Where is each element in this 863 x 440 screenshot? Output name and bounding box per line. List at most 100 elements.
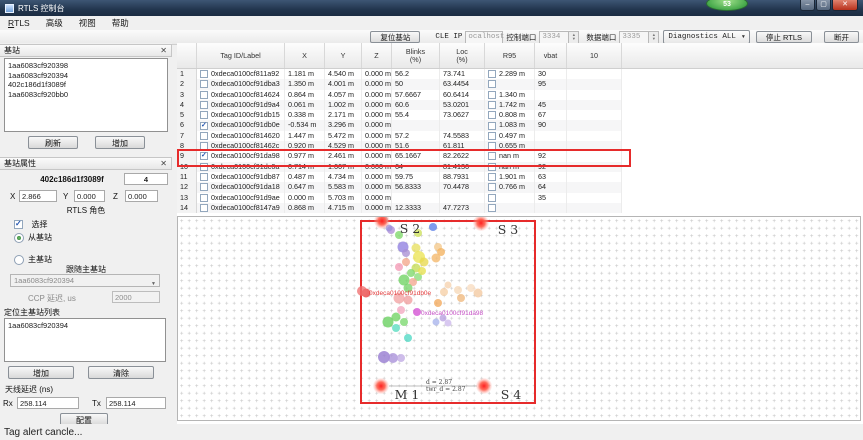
- row-checkbox[interactable]: [200, 152, 208, 160]
- row-checkbox[interactable]: [200, 80, 208, 88]
- column-header-10[interactable]: 10: [567, 43, 622, 68]
- column-header-X[interactable]: X: [285, 43, 325, 68]
- clear-master-button[interactable]: 清除: [88, 366, 154, 379]
- column-header-rownum[interactable]: [177, 43, 197, 68]
- r95-checkbox[interactable]: [488, 152, 496, 160]
- r95-checkbox[interactable]: [488, 173, 496, 181]
- table-row[interactable]: 20xdeca0100cf91dba31.350 m4.001 m0.000 m…: [177, 79, 622, 89]
- column-header-vbat[interactable]: vbat: [535, 43, 567, 68]
- anchors-list[interactable]: 1aa6083cf9203981aa6083cf920394402c186d1f…: [4, 58, 168, 132]
- minimize-button[interactable]: –: [800, 0, 815, 11]
- column-header-Blinks[interactable]: Blinks(%): [392, 43, 440, 68]
- row-checkbox[interactable]: [200, 163, 208, 171]
- menu-item-2[interactable]: 视图: [71, 16, 104, 30]
- y-field[interactable]: 0.000: [74, 190, 105, 202]
- master-list-item[interactable]: 1aa6083cf920394: [8, 321, 165, 331]
- row-checkbox[interactable]: [200, 142, 208, 150]
- column-header-Loc[interactable]: Loc(%): [440, 43, 485, 68]
- table-row[interactable]: 90xdeca0100cf91da980.977 m2.461 m0.000 m…: [177, 151, 622, 161]
- rx-field[interactable]: 258.114: [17, 397, 79, 409]
- cell-r95: nan m: [485, 162, 535, 172]
- menu-item-3[interactable]: 帮助: [104, 16, 137, 30]
- r95-checkbox[interactable]: [488, 101, 496, 109]
- r95-checkbox[interactable]: [488, 163, 496, 171]
- maximize-button[interactable]: ▢: [816, 0, 831, 11]
- r95-checkbox[interactable]: [488, 194, 496, 202]
- r95-checkbox[interactable]: [488, 91, 496, 99]
- z-field[interactable]: 0.000: [125, 190, 158, 202]
- row-checkbox[interactable]: [200, 122, 208, 130]
- tx-field[interactable]: 258.114: [106, 397, 166, 409]
- row-checkbox[interactable]: [200, 101, 208, 109]
- spinner-arrows-icon[interactable]: ▲▼: [649, 31, 659, 44]
- add-master-button[interactable]: 增加: [8, 366, 74, 379]
- row-checkbox[interactable]: [200, 70, 208, 78]
- x-field[interactable]: 2.866: [19, 190, 57, 202]
- master-list[interactable]: 1aa6083cf920394: [4, 318, 166, 362]
- close-icon[interactable]: ✕: [160, 159, 167, 168]
- spinner-arrows-icon[interactable]: ▲▼: [569, 31, 579, 44]
- table-row[interactable]: 70xdeca0100cf8146201.447 m5.472 m0.000 m…: [177, 131, 622, 141]
- stop-rtls-button[interactable]: 停止 RTLS: [756, 31, 812, 43]
- r95-checkbox[interactable]: [488, 142, 496, 150]
- anchor-list-item[interactable]: 1aa6083cf920394: [8, 71, 167, 81]
- radio-icon[interactable]: [14, 233, 24, 243]
- checkbox-icon[interactable]: [14, 220, 23, 229]
- control-port-spinner[interactable]: 3334 ▲▼: [539, 31, 579, 44]
- anchor-list-item[interactable]: 1aa6083cf920398: [8, 61, 167, 71]
- table-row[interactable]: 110xdeca0100cf91db870.487 m4.734 m0.000 …: [177, 172, 622, 182]
- r95-checkbox[interactable]: [488, 183, 496, 191]
- cell-id: 0xdeca0100cf91d9ae: [197, 193, 285, 203]
- cle-ip-field[interactable]: ocalhost: [465, 31, 503, 44]
- map-canvas[interactable]: d = 2.87twr_d = 2.87S 2S 3M 1S 40xdeca01…: [178, 217, 860, 420]
- role-radio-0[interactable]: 从基站: [14, 229, 60, 247]
- row-checkbox[interactable]: [200, 183, 208, 191]
- table-row[interactable]: 130xdeca0100cf91d9ae0.000 m5.703 m0.000 …: [177, 193, 622, 203]
- table-row[interactable]: 60xdeca0100cf91db0e-0.534 m3.296 m0.000 …: [177, 120, 622, 130]
- column-header-Tag ID/Label[interactable]: Tag ID/Label: [197, 43, 285, 68]
- row-checkbox[interactable]: [200, 173, 208, 181]
- row-checkbox[interactable]: [200, 111, 208, 119]
- map-panel[interactable]: d = 2.87twr_d = 2.87S 2S 3M 1S 40xdeca01…: [177, 216, 861, 421]
- add-anchor-button[interactable]: 增加: [95, 136, 145, 149]
- window-title: RTLS 控制台: [18, 3, 65, 14]
- diagnostics-dropdown[interactable]: Diagnostics ALL ▼: [663, 30, 750, 44]
- cell-z: 0.000 m: [362, 172, 392, 182]
- row-checkbox[interactable]: [200, 132, 208, 140]
- r95-checkbox[interactable]: [488, 122, 496, 130]
- close-button[interactable]: ✕: [832, 0, 858, 11]
- menu-item-0[interactable]: RTLS: [0, 16, 38, 30]
- cell-num: 14: [177, 203, 197, 213]
- table-row[interactable]: 50xdeca0100cf91db150.338 m2.171 m0.000 m…: [177, 110, 622, 120]
- refresh-button[interactable]: 刷新: [28, 136, 78, 149]
- r95-checkbox[interactable]: [488, 204, 496, 212]
- anchor-number-field[interactable]: 4: [124, 173, 168, 185]
- table-row[interactable]: 120xdeca0100cf91da180.647 m5.583 m0.000 …: [177, 182, 622, 192]
- r95-checkbox[interactable]: [488, 111, 496, 119]
- anchor-list-item[interactable]: 402c186d1f3089f: [8, 80, 167, 90]
- column-header-Y[interactable]: Y: [325, 43, 362, 68]
- table-row[interactable]: 40xdeca0100cf91d9a40.061 m1.002 m0.000 m…: [177, 100, 622, 110]
- table-row[interactable]: 100xdeca0100cf91dc0a0.714 m1.667 m0.000 …: [177, 162, 622, 172]
- r95-checkbox[interactable]: [488, 80, 496, 88]
- data-port-spinner[interactable]: 3335 ▲▼: [619, 31, 659, 44]
- r95-checkbox[interactable]: [488, 132, 496, 140]
- anchor-list-item[interactable]: 1aa6083cf920bb0: [8, 90, 167, 100]
- column-header-R95[interactable]: R95: [485, 43, 535, 68]
- table-row[interactable]: 30xdeca0100cf8146240.864 m4.057 m0.000 m…: [177, 90, 622, 100]
- table-row[interactable]: 80xdeca0100cf81462c0.920 m4.529 m0.000 m…: [177, 141, 622, 151]
- cell-blinks: 56.8333: [392, 182, 440, 192]
- r95-checkbox[interactable]: [488, 70, 496, 78]
- row-checkbox[interactable]: [200, 91, 208, 99]
- disconnect-button[interactable]: 断开: [824, 31, 859, 43]
- menu-item-1[interactable]: 高级: [38, 16, 71, 30]
- column-header-Z[interactable]: Z: [362, 43, 392, 68]
- follow-master-dropdown[interactable]: 1aa6083cf920394▼: [10, 274, 160, 287]
- reset-anchors-button[interactable]: 复位基站: [370, 31, 420, 43]
- table-row[interactable]: 10xdeca0100cf811a921.181 m4.540 m0.000 m…: [177, 69, 622, 79]
- table-row[interactable]: 140xdeca0100cf8147a90.868 m4.715 m0.000 …: [177, 203, 622, 213]
- close-icon[interactable]: ✕: [160, 46, 167, 55]
- ccp-delay-field[interactable]: 2000: [112, 291, 160, 303]
- row-checkbox[interactable]: [200, 194, 208, 202]
- row-checkbox[interactable]: [200, 204, 208, 212]
